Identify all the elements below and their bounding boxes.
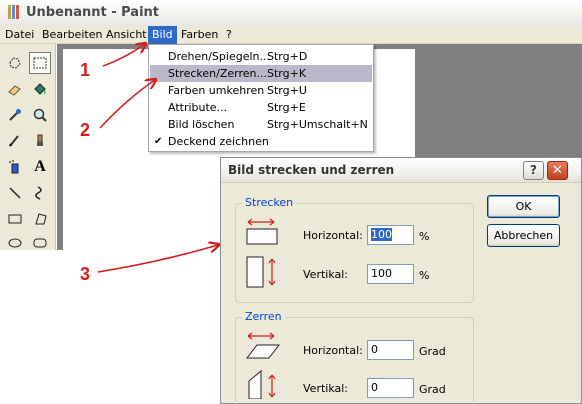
menu-ansicht[interactable]: Ansicht [106, 28, 147, 41]
menu-item-attribute[interactable]: Attribute... Strg+E [150, 99, 372, 116]
zerren-horizontal-label: Horizontal: [303, 344, 363, 357]
stretch-vertical-icon [246, 256, 276, 288]
paint-title-bar: Unbenannt - Paint [0, 0, 582, 26]
menu-datei[interactable]: Datei [5, 28, 34, 41]
menu-item-label: Bild löschen [168, 118, 235, 131]
menu-item-strecken-zerren[interactable]: Strecken/Zerren... Strg+K [150, 65, 372, 82]
strecken-horizontal-value: 100 [371, 228, 392, 241]
annotation-step-1: 1 [80, 60, 91, 80]
strecken-group-title: Strecken [242, 196, 297, 209]
fill-bucket-icon[interactable] [29, 78, 51, 100]
menu-help[interactable]: ? [226, 28, 232, 41]
zerren-vertical-input[interactable]: 0 [367, 378, 414, 398]
strecken-vertical-label: Vertikal: [303, 268, 349, 281]
brush-icon[interactable] [29, 130, 51, 152]
bild-dropdown-menu: Drehen/Spiegeln... Strg+D Strecken/Zerre… [148, 44, 374, 152]
strecken-horizontal-input[interactable]: 100 [367, 225, 414, 245]
menu-item-deckend-zeichnen[interactable]: ✔ Deckend zeichnen [150, 133, 372, 150]
strecken-vertical-input[interactable]: 100 [367, 264, 414, 284]
help-button[interactable]: ? [523, 161, 544, 180]
menu-item-bild-loeschen[interactable]: Bild löschen Strg+Umschalt+N [150, 116, 372, 133]
menu-bar: Datei Bearbeiten Ansicht Bild Farben ? [0, 26, 582, 44]
paint-app-icon [8, 5, 19, 19]
text-tool-icon[interactable]: A [29, 156, 51, 178]
dialog-title-bar: Bild strecken und zerren ? ✕ [221, 158, 581, 183]
eraser-icon[interactable] [4, 78, 26, 100]
zerren-horizontal-unit: Grad [419, 345, 446, 358]
close-button[interactable]: ✕ [547, 161, 568, 180]
free-select-icon[interactable] [4, 52, 26, 74]
menu-item-label: Deckend zeichnen [168, 135, 269, 148]
tool-box: A [0, 44, 56, 250]
window-title: Unbenannt - Paint [26, 5, 160, 20]
strecken-vertical-unit: % [419, 269, 430, 282]
line-icon[interactable] [4, 182, 26, 204]
airbrush-icon[interactable] [4, 156, 26, 178]
menu-item-label: Attribute... [168, 101, 228, 114]
menu-item-shortcut: Strg+D [267, 50, 308, 63]
menu-item-shortcut: Strg+E [267, 101, 306, 114]
color-picker-icon[interactable] [4, 104, 26, 126]
menu-item-label: Drehen/Spiegeln... [168, 50, 270, 63]
menu-bearbeiten[interactable]: Bearbeiten [42, 28, 102, 41]
menu-item-label: Farben umkehren [168, 84, 265, 97]
stretch-skew-dialog: Bild strecken und zerren ? ✕ Strecken Ho… [220, 157, 582, 404]
menu-item-shortcut: Strg+K [267, 67, 307, 80]
strecken-horizontal-label: Horizontal: [303, 229, 363, 242]
stretch-horizontal-icon [246, 218, 278, 245]
magnifier-icon[interactable] [29, 104, 51, 126]
menu-farben[interactable]: Farben [181, 28, 218, 41]
annotation-step-3: 3 [80, 264, 91, 284]
empty-area [0, 250, 220, 404]
menu-item-drehen-spiegeln[interactable]: Drehen/Spiegeln... Strg+D [150, 48, 372, 65]
curve-icon[interactable] [29, 182, 51, 204]
dialog-title: Bild strecken und zerren [228, 163, 395, 177]
annotation-step-2: 2 [80, 120, 91, 140]
ok-button[interactable]: OK [487, 195, 560, 218]
rectangle-icon[interactable] [4, 208, 26, 230]
zerren-vertical-label: Vertikal: [303, 382, 349, 395]
menu-item-shortcut: Strg+Umschalt+N [267, 118, 368, 131]
menu-item-label: Strecken/Zerren... [168, 67, 267, 80]
cancel-button[interactable]: Abbrechen [487, 224, 560, 247]
pencil-icon[interactable] [4, 130, 26, 152]
zerren-horizontal-input[interactable]: 0 [367, 340, 414, 360]
strecken-horizontal-unit: % [419, 230, 430, 243]
zerren-vertical-unit: Grad [419, 383, 446, 396]
skew-horizontal-icon [245, 332, 281, 359]
rect-select-icon[interactable] [29, 52, 51, 74]
menu-item-farben-umkehren[interactable]: Farben umkehren Strg+U [150, 82, 372, 99]
menu-bild[interactable]: Bild [148, 26, 177, 44]
checkmark-icon: ✔ [154, 136, 163, 147]
polygon-icon[interactable] [29, 208, 51, 230]
menu-item-shortcut: Strg+U [267, 84, 307, 97]
zerren-group-title: Zerren [242, 310, 285, 323]
skew-vertical-icon [248, 369, 276, 399]
